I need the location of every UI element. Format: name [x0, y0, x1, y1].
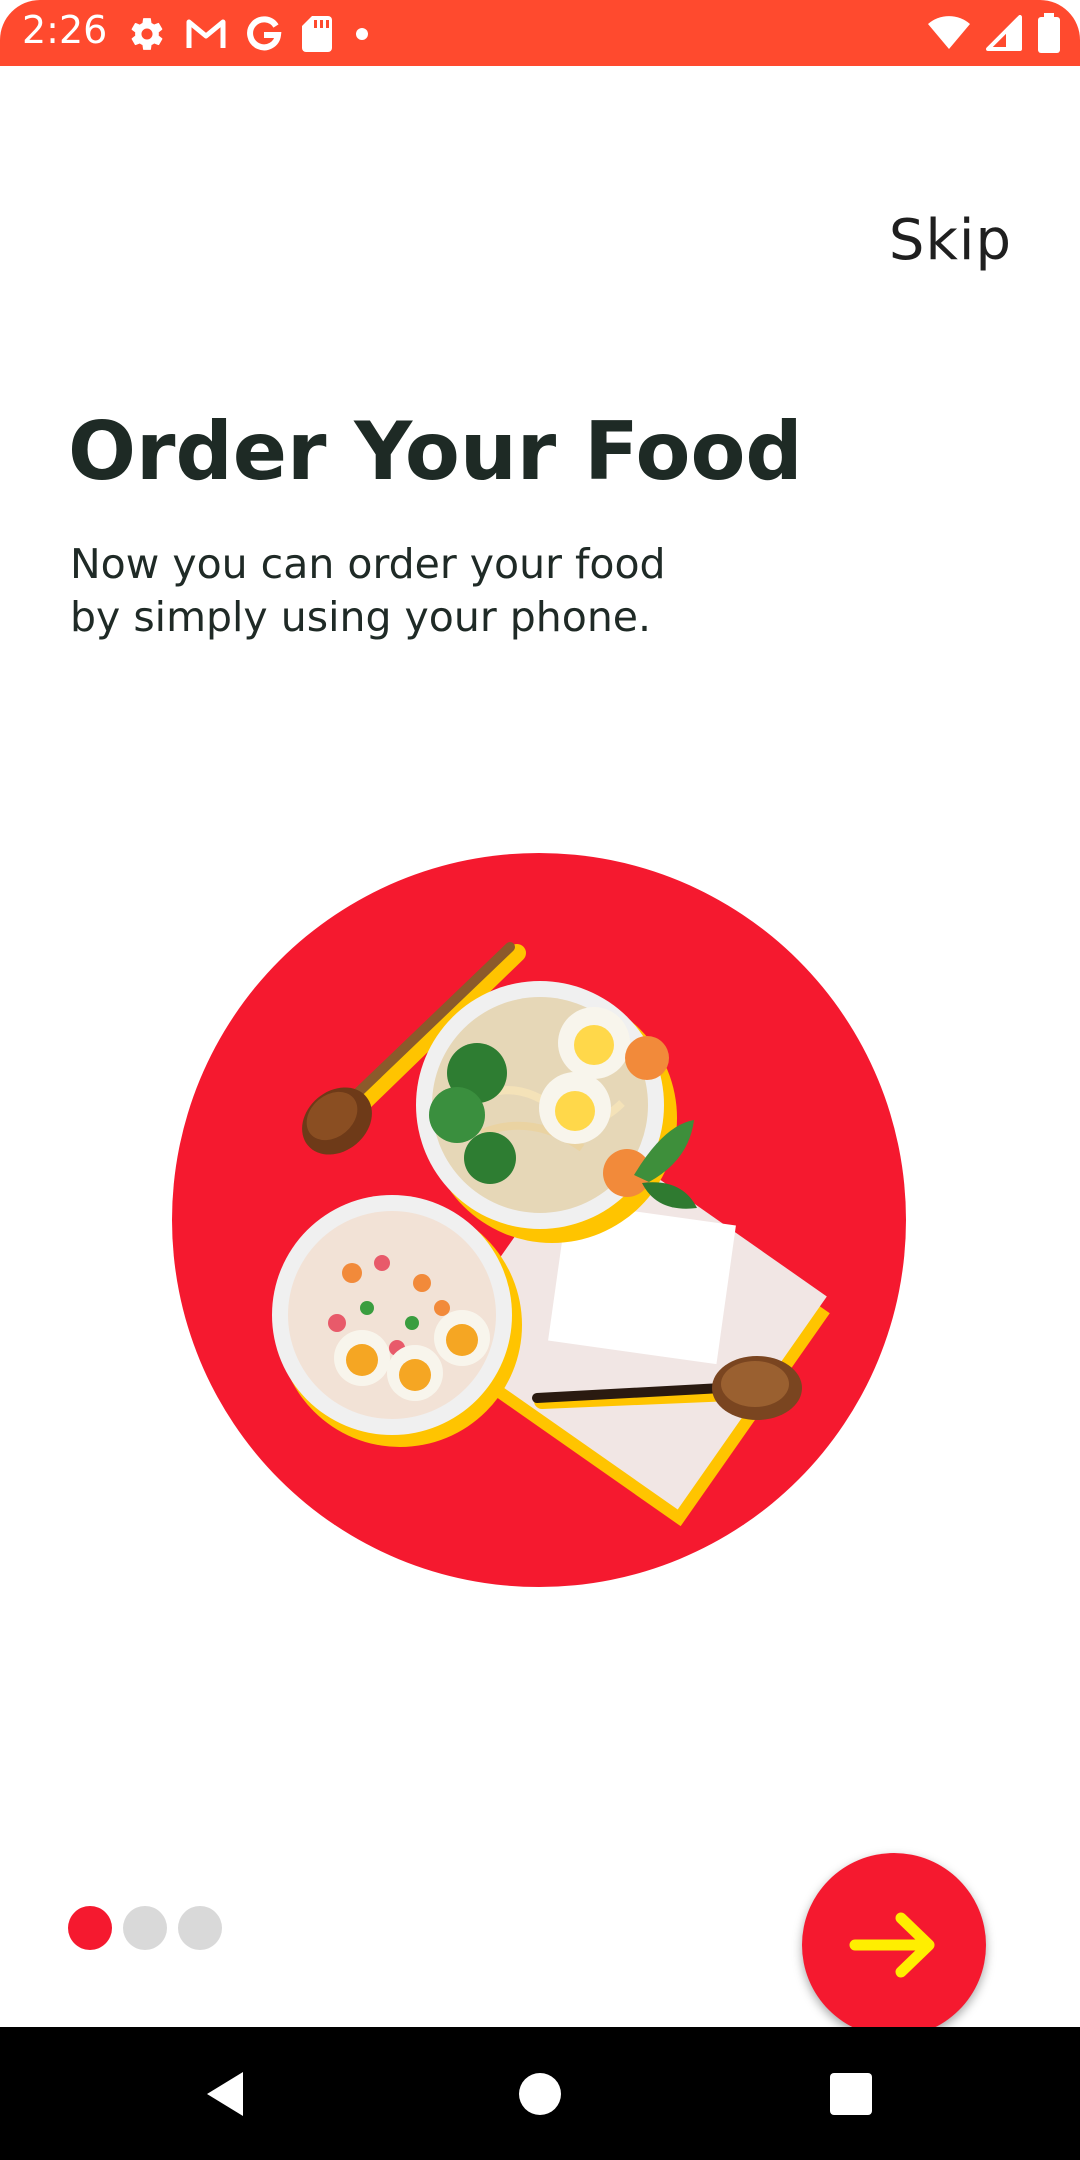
dot-icon — [352, 24, 372, 44]
gear-icon — [128, 15, 166, 53]
google-icon — [246, 16, 282, 52]
page-indicator — [68, 1906, 222, 1950]
onboarding-title: Order Your Food — [68, 405, 803, 498]
recents-button[interactable] — [791, 2027, 911, 2160]
status-bar: 2:26 — [0, 0, 1080, 66]
status-time: 2:26 — [22, 8, 108, 52]
gmail-icon — [186, 18, 226, 50]
page-dot-3 — [178, 1906, 222, 1950]
next-button[interactable] — [802, 1853, 986, 2037]
back-icon — [203, 2070, 247, 2118]
home-icon — [518, 2072, 562, 2116]
recents-icon — [830, 2072, 872, 2115]
home-button[interactable] — [480, 2027, 600, 2160]
arrow-right-icon — [849, 1910, 939, 1980]
system-nav-bar — [0, 2027, 1080, 2160]
wifi-icon — [928, 16, 970, 50]
page-dot-1 — [68, 1906, 112, 1950]
food-illustration — [172, 853, 906, 1587]
onboarding-subtitle: Now you can order your food by simply us… — [70, 538, 770, 644]
status-system-icons — [928, 10, 1060, 56]
subtitle-line-1: Now you can order your food — [70, 540, 666, 588]
skip-button[interactable]: Skip — [889, 208, 1012, 273]
signal-icon — [986, 15, 1022, 51]
status-notification-icons — [128, 12, 372, 56]
back-button[interactable] — [165, 2027, 285, 2160]
subtitle-line-2: by simply using your phone. — [70, 593, 652, 641]
page-dot-2 — [123, 1906, 167, 1950]
battery-icon — [1038, 13, 1060, 53]
sd-card-icon — [302, 16, 332, 52]
